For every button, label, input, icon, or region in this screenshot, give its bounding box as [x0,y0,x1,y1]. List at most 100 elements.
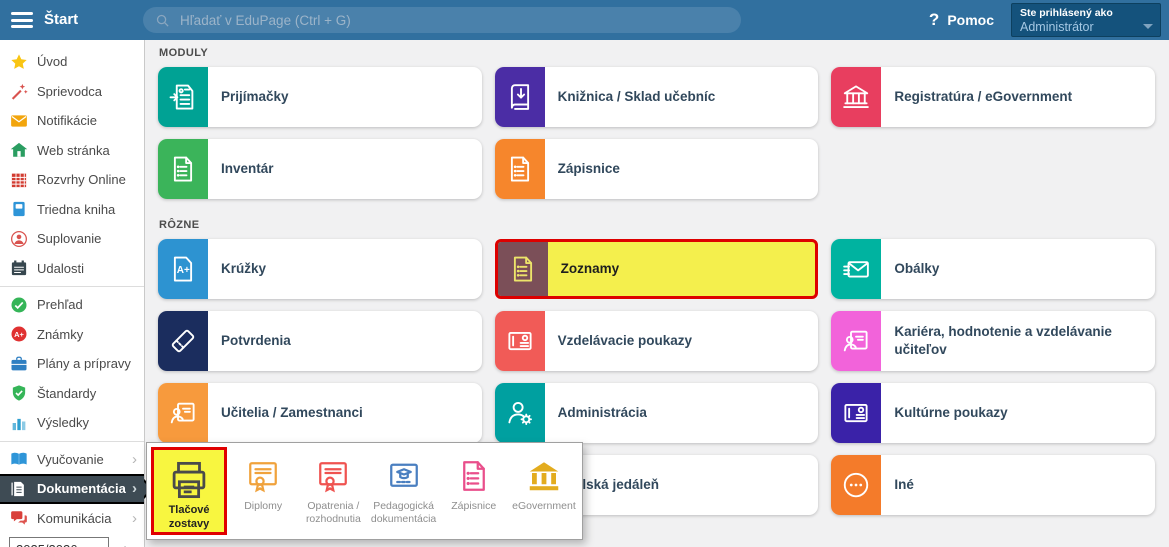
sidebar-item-prehlad[interactable]: Prehľad [0,290,144,320]
sidebar-item-uvod[interactable]: Úvod [0,47,144,77]
doc-list-icon [495,139,545,199]
popup-item-egovernment[interactable]: eGovernment [510,447,578,535]
grade-circle-icon: A+ [10,325,28,343]
tile-label: Krúžky [208,239,276,299]
star-icon [10,53,28,71]
popup-item-diplomy[interactable]: Diplomy [229,447,297,535]
notebook-icon [10,200,28,218]
start-menu-label[interactable]: Štart [44,11,78,28]
sidebar-item-znamky[interactable]: A+Známky [0,320,144,350]
sidebar-item-label: Dokumentácia [37,481,126,496]
bank-icon [831,67,881,127]
tile-registratura-egovernment[interactable]: Registratúra / eGovernment [831,67,1155,127]
sidebar-item-notifikacie[interactable]: Notifikácie [0,106,144,136]
tile-label: Iné [881,455,924,515]
user-menu[interactable]: Ste prihlásený ako Administrátor [1011,3,1161,37]
bank-solid-icon [526,455,562,497]
sidebar-nav: Úvod SprievodcaNotifikácieWeb stránkaRozv… [0,40,144,533]
tile-label: Prijímačky [208,67,299,127]
caret-down-icon [1143,24,1153,29]
menu-icon[interactable] [11,12,33,28]
search-bar[interactable] [143,7,741,33]
sidebar-footer: 2025/2026 ‹ [9,537,144,547]
chevron-right-icon: › [132,452,144,467]
sidebar-item-triedna-kniha[interactable]: Triedna kniha [0,195,144,225]
popup-item-opatrenia-rozhodnutia[interactable]: Opatrenia / rozhodnutia [299,447,367,535]
school-year-value: 2025/2026 [16,542,77,547]
certificate-icon [245,455,281,497]
search-icon [155,13,170,28]
collapse-sidebar-icon[interactable]: ‹ [121,539,127,547]
sidebar-item-web-stranka[interactable]: Web stránka [0,136,144,166]
topbar: Štart ? Pomoc Ste prihlásený ako Adminis… [0,0,1169,40]
doc-list-icon [498,242,548,296]
popup-item-pedagogicka-dokumentacia[interactable]: Pedagogická dokumentácia [369,447,437,535]
check-circle-icon [10,296,28,314]
user-role-label: Administrátor [1020,20,1152,36]
sidebar-item-komunikacia[interactable]: Komunikácia› [0,504,144,534]
popup-item-label: Pedagogická dokumentácia [369,500,437,526]
sidebar-item-label: Udalosti [37,261,84,276]
person-gear-icon [495,383,545,443]
wand-icon [10,82,28,100]
book-open-icon [10,450,28,468]
calendar-icon [10,259,28,277]
sidebar-item-plany-a-pripravy[interactable]: Plány a prípravy [0,349,144,379]
school-year-select[interactable]: 2025/2026 [9,537,109,547]
mail-icon [10,112,28,130]
book-down-icon [495,67,545,127]
tile-zoznamy[interactable]: Zoznamy [495,239,819,299]
tile-administracia[interactable]: Administrácia [495,383,819,443]
doc-arrow-icon [158,67,208,127]
sidebar-item-label: Komunikácia [37,511,111,526]
tile-ine[interactable]: Iné [831,455,1155,515]
sidebar-item-sprievodca[interactable]: Sprievodca [0,77,144,107]
sidebar-item-rozvrhy-online[interactable]: Rozvrhy Online [0,165,144,195]
tile-prijimacky[interactable]: Prijímačky [158,67,482,127]
sidebar-item-vyucovanie[interactable]: Vyučovanie › [0,445,144,475]
tile-label: Vzdelávacie poukazy [545,311,702,371]
svg-text:A+: A+ [177,265,190,276]
doc-list-icon [158,139,208,199]
topbar-right: ? Pomoc Ste prihlásený ako Administrátor [929,0,1161,40]
briefcase-icon [10,355,28,373]
sidebar-item-suplovanie[interactable]: Suplovanie [0,224,144,254]
tile-kulturne-poukazy[interactable]: Kultúrne poukazy [831,383,1155,443]
sidebar-item-udalosti[interactable]: Udalosti [0,254,144,284]
sidebar-item-standardy[interactable]: Štandardy [0,379,144,409]
tile-zapisnice[interactable]: Zápisnice [495,139,819,199]
moduly-tile-grid: Prijímačky Knižnica / Sklad učebnícRegist… [158,67,1155,199]
popup-item-zapisnice[interactable]: Zápisnice [440,447,508,535]
shield-icon [10,384,28,402]
section-label-rozne: RÔZNE [159,219,1155,231]
voucher-icon [495,311,545,371]
popup-item-tlacove-zostavy[interactable]: Tlačové zostavy [151,447,227,535]
tile-potvrdenia[interactable]: Potvrdenia [158,311,482,371]
tile-label: Potvrdenia [208,311,301,371]
help-label: Pomoc [947,12,994,28]
popup-item-label: Diplomy [244,500,282,513]
chevron-right-icon: › [132,481,144,496]
tile-kniznica-sklad-ucebnic[interactable]: Knižnica / Sklad učebníc [495,67,819,127]
sidebar-item-label: Štandardy [37,386,96,401]
tile-label: Kariéra, hodnotenie a vzdelávanie učiteľ… [881,311,1155,371]
tile-kariera-hodnotenie-a-vzdelavanie-ucitelov[interactable]: Kariéra, hodnotenie a vzdelávanie učiteľ… [831,311,1155,371]
tile-kruzky[interactable]: A+ Krúžky [158,239,482,299]
popup-item-label: Tlačové zostavy [154,504,224,532]
person-circle-icon [10,230,28,248]
sidebar: Úvod SprievodcaNotifikácieWeb stránkaRozv… [0,40,145,547]
sidebar-item-label: Vyučovanie [37,452,104,467]
certificate-icon [315,455,351,497]
help-button[interactable]: ? Pomoc [929,10,994,30]
tile-ucitelia-zamestnanci[interactable]: Učitelia / Zamestnanci [158,383,482,443]
search-input[interactable] [178,12,729,29]
sidebar-item-vysledky[interactable]: Výsledky [0,408,144,438]
section-label-moduly: MODULY [159,47,1155,59]
tile-obalky[interactable]: Obálky [831,239,1155,299]
doc-white-icon [10,480,28,498]
sidebar-item-dokumentacia[interactable]: Dokumentácia › [0,474,144,504]
tile-vzdelavacie-poukazy[interactable]: Vzdelávacie poukazy [495,311,819,371]
sidebar-divider [0,441,144,442]
sidebar-item-label: Úvod [37,54,67,69]
tile-inventar[interactable]: Inventár [158,139,482,199]
